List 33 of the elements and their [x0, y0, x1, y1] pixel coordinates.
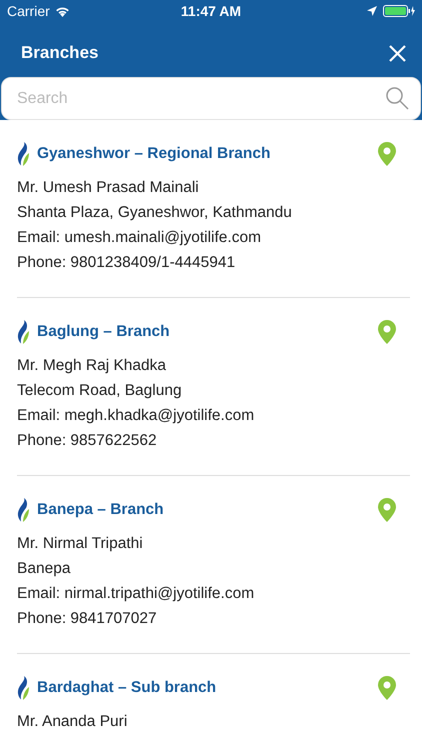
flame-logo-icon: [17, 676, 30, 700]
wifi-icon: [54, 6, 70, 16]
detail-line: Email: umesh.mainali@jyotilife.com: [17, 228, 262, 248]
detail-line: Phone: 9841707027: [17, 609, 158, 629]
map-pin-icon[interactable]: [378, 498, 396, 522]
search-field[interactable]: Search: [1, 77, 421, 120]
map-pin-icon[interactable]: [378, 142, 396, 166]
battery-icon: [383, 5, 415, 17]
detail-line: Telecom Road, Baglung: [17, 381, 183, 401]
flame-logo-icon: [17, 320, 30, 344]
detail-line: Mr. Nirmal Tripathi: [17, 534, 144, 554]
detail-line: Mr. Megh Raj Khadka: [17, 356, 168, 376]
detail-line: Shanta Plaza, Gyaneshwor, Kathmandu: [17, 203, 293, 223]
detail-line: Banepa: [17, 559, 72, 579]
location-arrow-icon: [367, 6, 377, 16]
flame-logo-icon: [17, 498, 30, 522]
page-title: Branches: [21, 43, 100, 63]
branch-name[interactable]: Bardaghat – Sub branch: [37, 679, 378, 697]
branch-name[interactable]: Baglung – Branch: [37, 323, 378, 341]
carrier-label: Carrier: [7, 3, 50, 19]
clock-time: 11:47 AM: [180, 3, 242, 19]
branch-name[interactable]: Gyaneshwor – Regional Branch: [37, 145, 378, 163]
map-pin-icon[interactable]: [378, 320, 396, 344]
detail-line: Mr. Umesh Prasad Mainali: [17, 178, 200, 198]
detail-line: Mr. Ananda Puri: [17, 712, 128, 732]
map-pin-icon[interactable]: [378, 676, 396, 700]
detail-line: Email: megh.khadka@jyotilife.com: [17, 406, 256, 426]
search-icon[interactable]: [385, 86, 409, 110]
flame-logo-icon: [17, 142, 30, 166]
detail-line: Phone: 9801238409/1-4445941: [17, 253, 236, 273]
detail-line: Phone: 9857622562: [17, 431, 158, 451]
branch-name[interactable]: Banepa – Branch: [37, 501, 378, 519]
detail-line: Email: nirmal.tripathi@jyotilife.com: [17, 584, 256, 604]
